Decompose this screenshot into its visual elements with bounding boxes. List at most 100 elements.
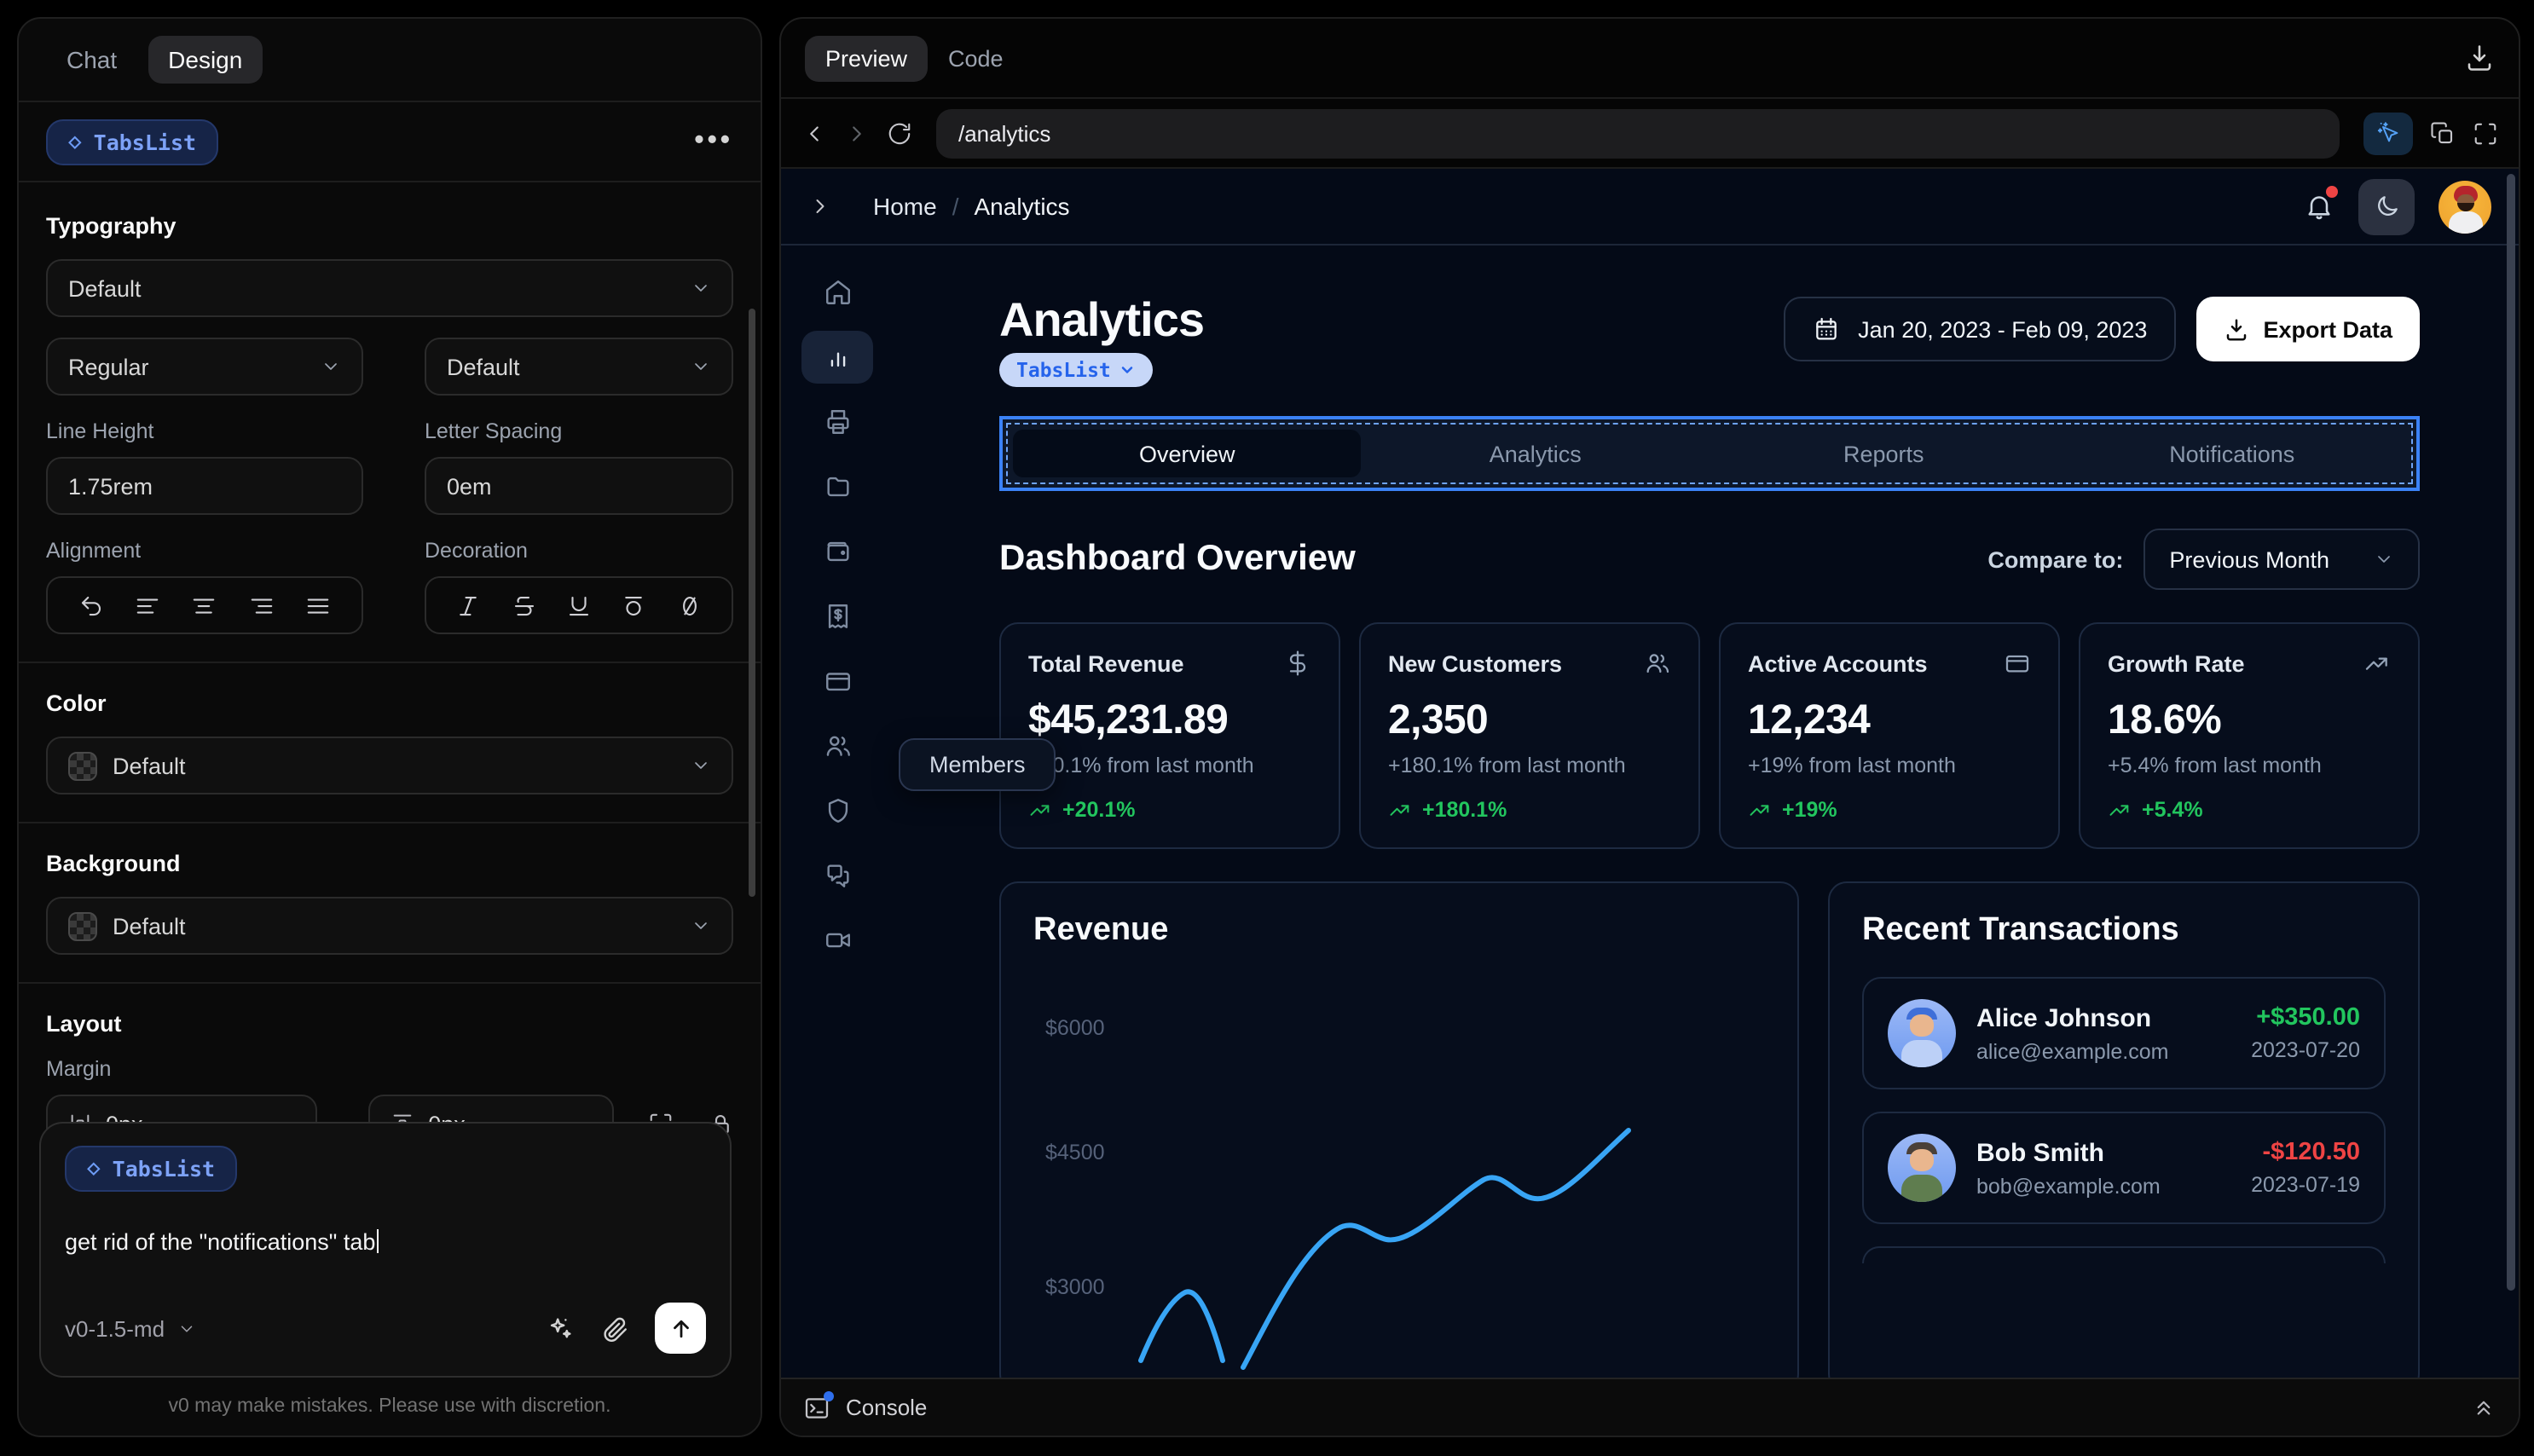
fullscreen-icon[interactable] <box>2473 120 2498 146</box>
chevron-down-icon <box>691 755 711 776</box>
tabs-list-selected-outline: Overview Analytics Reports Notifications <box>999 416 2420 491</box>
trending-up-icon <box>2363 650 2391 677</box>
alignment-label: Alignment <box>46 539 142 563</box>
prompt-input[interactable]: get rid of the "notifications" tab <box>65 1229 706 1255</box>
tab-design[interactable]: Design <box>148 36 263 84</box>
sidebar-files-icon[interactable] <box>801 460 873 513</box>
tab-chat[interactable]: Chat <box>46 36 137 84</box>
send-button[interactable] <box>655 1303 706 1354</box>
sidebar-video-icon[interactable] <box>801 914 873 967</box>
breadcrumb-current: Analytics <box>974 193 1070 220</box>
notification-dot <box>2326 186 2338 198</box>
back-icon[interactable] <box>801 120 827 146</box>
breadcrumb-home[interactable]: Home <box>873 193 937 220</box>
sidebar-home-icon[interactable] <box>801 266 873 319</box>
letter-spacing-label: Letter Spacing <box>425 419 563 443</box>
stat-card-total-revenue: Total Revenue $45,231.89 +20.1% from las… <box>999 622 1340 849</box>
sidebar-analytics-icon[interactable] <box>801 331 873 384</box>
color-swatch <box>68 751 97 780</box>
chevron-down-icon <box>691 916 711 936</box>
preview-panel: Preview Code /analytics Home / Analytics <box>779 17 2520 1437</box>
italic-icon[interactable] <box>456 592 482 618</box>
divider <box>19 982 761 984</box>
tab-reports[interactable]: Reports <box>1710 430 2058 477</box>
chevrons-up-icon[interactable] <box>2471 1395 2496 1420</box>
text-caret <box>377 1229 379 1253</box>
notifications-bell-icon[interactable] <box>2304 186 2338 222</box>
compare-label: Compare to: <box>1987 546 2124 572</box>
chevron-down-icon <box>180 1325 192 1332</box>
letter-spacing-input[interactable]: 0em <box>425 457 733 515</box>
url-input[interactable]: /analytics <box>936 108 2340 158</box>
component-label-chip[interactable]: TabsList <box>999 353 1154 387</box>
tab-notifications[interactable]: Notifications <box>2058 430 2407 477</box>
font-weight-select[interactable]: Regular <box>46 338 363 396</box>
tab-analytics[interactable]: Analytics <box>1362 430 1710 477</box>
sidebar-toggle-icon[interactable] <box>808 194 832 218</box>
color-heading: Color <box>46 690 107 716</box>
undo-icon[interactable] <box>78 592 104 618</box>
sidebar-security-icon[interactable] <box>801 784 873 837</box>
theme-toggle-button[interactable] <box>2358 178 2415 234</box>
sidebar-receipts-icon[interactable] <box>801 590 873 643</box>
line-height-label: Line Height <box>46 419 154 443</box>
transaction-row[interactable]: Alice Johnson alice@example.com +$350.00… <box>1862 977 2386 1089</box>
underline-icon[interactable] <box>566 592 592 618</box>
enhance-prompt-icon[interactable] <box>546 1314 575 1343</box>
align-left-icon[interactable] <box>136 592 161 618</box>
no-decoration-icon[interactable] <box>676 592 702 618</box>
color-select[interactable]: Default <box>46 737 733 794</box>
sidebar-members-icon[interactable] <box>801 719 873 772</box>
selected-component-chip[interactable]: ◇ TabsList <box>46 118 219 165</box>
stats-grid: Total Revenue $45,231.89 +20.1% from las… <box>999 622 2420 849</box>
divider <box>19 822 761 823</box>
console-bar[interactable]: Console <box>781 1378 2519 1436</box>
tab-preview[interactable]: Preview <box>805 35 929 81</box>
typography-heading: Typography <box>46 213 176 239</box>
divider <box>19 662 761 663</box>
refresh-icon[interactable] <box>887 120 912 146</box>
font-select[interactable]: Default <box>46 259 733 317</box>
align-center-icon[interactable] <box>192 592 217 618</box>
viewport-scrollbar[interactable] <box>2507 174 2515 1291</box>
revenue-line-chart <box>1138 1128 1631 1370</box>
copy-icon[interactable] <box>2430 120 2456 146</box>
sidebar-invoices-icon[interactable] <box>801 396 873 448</box>
overline-icon[interactable] <box>622 592 647 618</box>
more-options-button[interactable]: ••• <box>694 126 733 157</box>
font-size-select[interactable]: Default <box>425 338 733 396</box>
credit-card-icon <box>2004 650 2031 677</box>
sidebar-wallet-icon[interactable] <box>801 525 873 578</box>
compare-select[interactable]: Previous Month <box>2143 529 2420 590</box>
strikethrough-icon[interactable] <box>511 592 536 618</box>
background-select[interactable]: Default <box>46 897 733 955</box>
sidebar-messages-icon[interactable] <box>801 849 873 902</box>
console-label: Console <box>846 1395 928 1420</box>
export-data-button[interactable]: Export Data <box>2196 297 2420 361</box>
chevron-down-icon <box>2378 556 2390 563</box>
align-justify-icon[interactable] <box>305 592 331 618</box>
align-right-icon[interactable] <box>248 592 274 618</box>
transaction-row[interactable]: Bob Smith bob@example.com -$120.50 2023-… <box>1862 1112 2386 1224</box>
prompt-composer[interactable]: ◇ TabsList get rid of the "notifications… <box>39 1122 732 1378</box>
avatar <box>1888 999 1956 1067</box>
decoration-label: Decoration <box>425 539 528 563</box>
forward-icon[interactable] <box>844 120 870 146</box>
attach-file-icon[interactable] <box>600 1314 629 1343</box>
composer-component-chip[interactable]: ◇ TabsList <box>65 1146 238 1192</box>
panel-mode-tabs: Chat Design <box>19 19 761 101</box>
page-title: Analytics <box>999 293 1205 346</box>
model-select[interactable]: v0-1.5-md <box>65 1315 195 1341</box>
tab-overview[interactable]: Overview <box>1013 430 1362 477</box>
sidebar-cards-icon[interactable] <box>801 655 873 708</box>
line-height-input[interactable]: 1.75rem <box>46 457 363 515</box>
user-avatar[interactable] <box>2439 180 2491 233</box>
tab-code[interactable]: Code <box>928 35 1024 81</box>
panel-scrollbar[interactable] <box>749 309 755 897</box>
inspect-mode-button[interactable] <box>2363 112 2413 154</box>
stat-card-growth-rate: Growth Rate 18.6% +5.4% from last month … <box>2079 622 2420 849</box>
download-icon[interactable] <box>2464 43 2495 73</box>
transaction-amount: -$120.50 <box>2262 1139 2361 1166</box>
sidebar-tooltip: Members <box>899 738 1056 791</box>
date-range-button[interactable]: Jan 20, 2023 - Feb 09, 2023 <box>1783 297 2177 361</box>
